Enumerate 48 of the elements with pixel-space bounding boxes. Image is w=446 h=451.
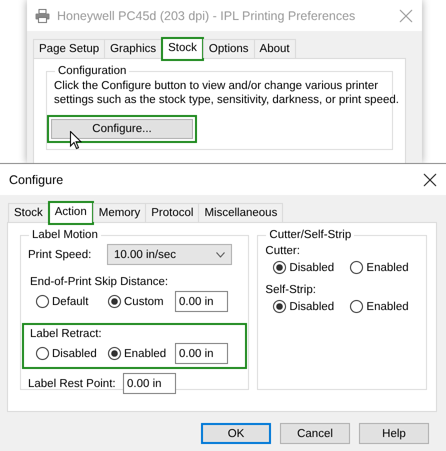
close-icon[interactable] [422, 172, 438, 188]
radio-button[interactable] [350, 300, 364, 313]
tab[interactable]: Page Setup [33, 39, 106, 58]
dialog-button[interactable]: OK [201, 423, 271, 444]
window-title: Honeywell PC45d (203 dpi) - IPL Printing Preferences [57, 8, 356, 22]
tab[interactable]: Miscellaneous [198, 203, 284, 222]
group-title: Configuration [57, 65, 128, 77]
dialog-title: Configure [9, 172, 64, 186]
chevron-down-icon [216, 252, 225, 258]
radio-label[interactable]: Enabled [366, 262, 409, 274]
radio-button[interactable] [108, 347, 121, 360]
radio-label[interactable]: Custom [124, 296, 164, 308]
configure-button[interactable]: Configure... [51, 119, 193, 139]
radio-label[interactable]: Enabled [366, 300, 409, 312]
field-label: Print Speed: [28, 248, 92, 260]
mouse-pointer-icon [70, 131, 82, 150]
field-label: Label Rest Point: [28, 378, 117, 390]
group-title: Cutter/Self-Strip [268, 229, 352, 241]
field-label: Label Retract: [30, 328, 103, 340]
radio-button[interactable] [273, 261, 286, 274]
radio-button[interactable] [350, 261, 364, 274]
tab[interactable]: Action [48, 201, 94, 225]
distance-field[interactable]: 0.00 in [175, 291, 228, 312]
dialog-button[interactable]: Cancel [280, 423, 350, 444]
radio-label[interactable]: Disabled [289, 300, 334, 312]
radio-button[interactable] [273, 300, 286, 313]
radio-label[interactable]: Disabled [52, 348, 97, 360]
dialog-button[interactable]: Help [359, 423, 429, 444]
tab[interactable]: Memory [92, 203, 146, 222]
radio-button[interactable] [36, 347, 49, 360]
distance-field[interactable]: 0.00 in [175, 343, 228, 364]
field-label: Self-Strip: [265, 284, 317, 296]
tab[interactable]: Stock [8, 203, 49, 222]
speed-dropdown[interactable]: 10.00 in/sec [107, 244, 232, 265]
field-label: End-of-Print Skip Distance: [30, 276, 170, 288]
tab[interactable]: Options [202, 39, 255, 58]
description-text: Click the Configure button to view and/or change various printer settings such as the stock type, sensitivity, darkness, or print speed. [54, 79, 399, 107]
radio-label[interactable]: Enabled [124, 348, 166, 360]
printer-icon [35, 8, 50, 22]
field-label: Cutter: [265, 245, 301, 257]
tab[interactable]: About [254, 39, 296, 58]
group-title: Label Motion [31, 229, 99, 241]
radio-label[interactable]: Disabled [289, 262, 334, 274]
radio-button[interactable] [108, 295, 121, 308]
radio-label[interactable]: Default [52, 296, 88, 308]
tab[interactable]: Stock [161, 37, 204, 61]
rest-point-field[interactable]: 0.00 in [123, 373, 176, 394]
radio-button[interactable] [36, 295, 49, 308]
